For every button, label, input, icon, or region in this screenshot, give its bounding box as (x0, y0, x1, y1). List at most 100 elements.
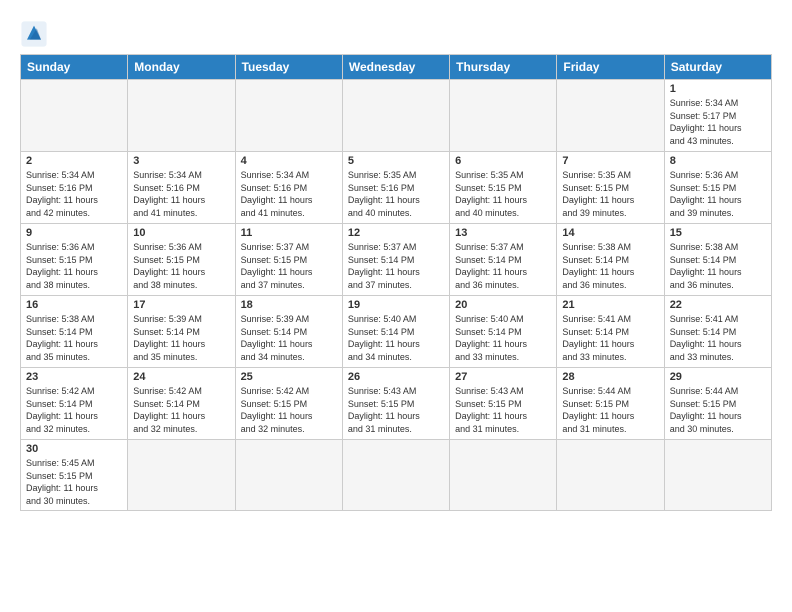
day-info: Sunrise: 5:38 AM Sunset: 5:14 PM Dayligh… (562, 241, 658, 291)
day-number: 30 (26, 443, 122, 455)
calendar-cell: 8 Sunrise: 5:36 AM Sunset: 5:15 PM Daylig… (664, 152, 771, 224)
header (20, 16, 772, 48)
day-number: 4 (241, 155, 337, 167)
day-number: 3 (133, 155, 229, 167)
week-row-3: 9 Sunrise: 5:36 AM Sunset: 5:15 PM Daylig… (21, 224, 772, 296)
weekday-friday: Friday (557, 55, 664, 80)
weekday-monday: Monday (128, 55, 235, 80)
day-info: Sunrise: 5:40 AM Sunset: 5:14 PM Dayligh… (455, 313, 551, 363)
calendar-cell (128, 440, 235, 511)
calendar-cell (557, 80, 664, 152)
day-number: 10 (133, 227, 229, 239)
calendar-cell (664, 440, 771, 511)
calendar-cell: 6 Sunrise: 5:35 AM Sunset: 5:15 PM Daylig… (450, 152, 557, 224)
weekday-thursday: Thursday (450, 55, 557, 80)
day-number: 23 (26, 371, 122, 383)
week-row-1: 1 Sunrise: 5:34 AM Sunset: 5:17 PM Daylig… (21, 80, 772, 152)
day-number: 16 (26, 299, 122, 311)
day-number: 5 (348, 155, 444, 167)
day-info: Sunrise: 5:36 AM Sunset: 5:15 PM Dayligh… (133, 241, 229, 291)
calendar-cell (342, 80, 449, 152)
calendar-cell: 14 Sunrise: 5:38 AM Sunset: 5:14 PM Dayli… (557, 224, 664, 296)
calendar-cell: 23Sunrise: 5:42 AM Sunset: 5:14 PM Dayli… (21, 368, 128, 440)
calendar-cell: 4Sunrise: 5:34 AM Sunset: 5:16 PM Daylig… (235, 152, 342, 224)
day-number: 29 (670, 371, 766, 383)
calendar-cell (450, 440, 557, 511)
day-info: Sunrise: 5:34 AM Sunset: 5:17 PM Dayligh… (670, 97, 766, 147)
calendar-cell: 29 Sunrise: 5:44 AM Sunset: 5:15 PM Dayli… (664, 368, 771, 440)
calendar-cell: 25 Sunrise: 5:42 AM Sunset: 5:15 PM Dayli… (235, 368, 342, 440)
calendar-cell: 5 Sunrise: 5:35 AM Sunset: 5:16 PM Daylig… (342, 152, 449, 224)
calendar-cell (128, 80, 235, 152)
day-number: 7 (562, 155, 658, 167)
weekday-tuesday: Tuesday (235, 55, 342, 80)
calendar-cell: 28 Sunrise: 5:44 AM Sunset: 5:15 PM Dayli… (557, 368, 664, 440)
week-row-6: 30 Sunrise: 5:45 AM Sunset: 5:15 PM Dayli… (21, 440, 772, 511)
day-number: 9 (26, 227, 122, 239)
calendar-cell: 27 Sunrise: 5:43 AM Sunset: 5:15 PM Dayli… (450, 368, 557, 440)
day-number: 13 (455, 227, 551, 239)
day-number: 6 (455, 155, 551, 167)
day-number: 17 (133, 299, 229, 311)
day-number: 18 (241, 299, 337, 311)
calendar-cell (235, 440, 342, 511)
day-number: 14 (562, 227, 658, 239)
calendar-cell: 19 Sunrise: 5:40 AM Sunset: 5:14 PM Dayli… (342, 296, 449, 368)
calendar-cell: 12 Sunrise: 5:37 AM Sunset: 5:14 PM Dayli… (342, 224, 449, 296)
day-info: Sunrise: 5:34 AM Sunset: 5:16 PM Dayligh… (133, 169, 229, 219)
day-number: 11 (241, 227, 337, 239)
day-info: Sunrise: 5:38 AM Sunset: 5:14 PM Dayligh… (26, 313, 122, 363)
day-number: 15 (670, 227, 766, 239)
calendar-cell: 15Sunrise: 5:38 AM Sunset: 5:14 PM Dayli… (664, 224, 771, 296)
day-info: Sunrise: 5:35 AM Sunset: 5:15 PM Dayligh… (562, 169, 658, 219)
day-number: 8 (670, 155, 766, 167)
day-info: Sunrise: 5:37 AM Sunset: 5:15 PM Dayligh… (241, 241, 337, 291)
calendar-cell (235, 80, 342, 152)
day-info: Sunrise: 5:43 AM Sunset: 5:15 PM Dayligh… (348, 385, 444, 435)
calendar: SundayMondayTuesdayWednesdayThursdayFrid… (20, 54, 772, 511)
day-number: 1 (670, 83, 766, 95)
day-number: 24 (133, 371, 229, 383)
day-number: 27 (455, 371, 551, 383)
calendar-cell: 3 Sunrise: 5:34 AM Sunset: 5:16 PM Daylig… (128, 152, 235, 224)
weekday-saturday: Saturday (664, 55, 771, 80)
day-number: 12 (348, 227, 444, 239)
calendar-cell: 11 Sunrise: 5:37 AM Sunset: 5:15 PM Dayli… (235, 224, 342, 296)
day-info: Sunrise: 5:35 AM Sunset: 5:16 PM Dayligh… (348, 169, 444, 219)
day-info: Sunrise: 5:36 AM Sunset: 5:15 PM Dayligh… (26, 241, 122, 291)
calendar-cell: 21Sunrise: 5:41 AM Sunset: 5:14 PM Dayli… (557, 296, 664, 368)
day-info: Sunrise: 5:35 AM Sunset: 5:15 PM Dayligh… (455, 169, 551, 219)
day-info: Sunrise: 5:37 AM Sunset: 5:14 PM Dayligh… (455, 241, 551, 291)
week-row-4: 16 Sunrise: 5:38 AM Sunset: 5:14 PM Dayli… (21, 296, 772, 368)
calendar-cell: 2Sunrise: 5:34 AM Sunset: 5:16 PM Daylig… (21, 152, 128, 224)
day-info: Sunrise: 5:40 AM Sunset: 5:14 PM Dayligh… (348, 313, 444, 363)
calendar-cell: 24Sunrise: 5:42 AM Sunset: 5:14 PM Dayli… (128, 368, 235, 440)
day-number: 19 (348, 299, 444, 311)
calendar-cell: 9 Sunrise: 5:36 AM Sunset: 5:15 PM Daylig… (21, 224, 128, 296)
day-info: Sunrise: 5:37 AM Sunset: 5:14 PM Dayligh… (348, 241, 444, 291)
day-info: Sunrise: 5:36 AM Sunset: 5:15 PM Dayligh… (670, 169, 766, 219)
day-info: Sunrise: 5:43 AM Sunset: 5:15 PM Dayligh… (455, 385, 551, 435)
day-info: Sunrise: 5:42 AM Sunset: 5:15 PM Dayligh… (241, 385, 337, 435)
calendar-cell: 30 Sunrise: 5:45 AM Sunset: 5:15 PM Dayli… (21, 440, 128, 511)
day-info: Sunrise: 5:45 AM Sunset: 5:15 PM Dayligh… (26, 457, 122, 507)
day-number: 22 (670, 299, 766, 311)
day-info: Sunrise: 5:39 AM Sunset: 5:14 PM Dayligh… (241, 313, 337, 363)
calendar-cell (557, 440, 664, 511)
calendar-cell: 1 Sunrise: 5:34 AM Sunset: 5:17 PM Daylig… (664, 80, 771, 152)
day-number: 21 (562, 299, 658, 311)
logo-icon (20, 20, 48, 48)
day-number: 28 (562, 371, 658, 383)
week-row-5: 23Sunrise: 5:42 AM Sunset: 5:14 PM Dayli… (21, 368, 772, 440)
calendar-cell (450, 80, 557, 152)
weekday-wednesday: Wednesday (342, 55, 449, 80)
calendar-cell: 20Sunrise: 5:40 AM Sunset: 5:14 PM Dayli… (450, 296, 557, 368)
weekday-sunday: Sunday (21, 55, 128, 80)
day-number: 2 (26, 155, 122, 167)
day-info: Sunrise: 5:44 AM Sunset: 5:15 PM Dayligh… (562, 385, 658, 435)
day-number: 26 (348, 371, 444, 383)
day-info: Sunrise: 5:44 AM Sunset: 5:15 PM Dayligh… (670, 385, 766, 435)
calendar-cell (21, 80, 128, 152)
day-number: 25 (241, 371, 337, 383)
logo (20, 20, 52, 48)
